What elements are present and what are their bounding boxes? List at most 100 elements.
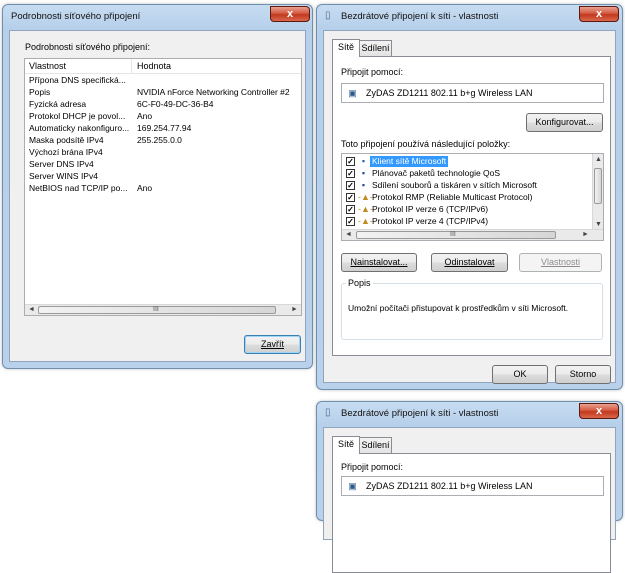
- scrollbar-thumb[interactable]: [594, 168, 602, 204]
- table-row[interactable]: Server DNS IPv4: [29, 159, 94, 170]
- list-item[interactable]: ✓ -▲- Protokol IP verze 4 (TCP/IPv4): [346, 216, 596, 227]
- item-checkbox[interactable]: ✓: [346, 193, 355, 202]
- item-label: Plánovač paketů technologie QoS: [372, 168, 501, 178]
- install-button[interactable]: Nainstalovat...: [341, 253, 417, 272]
- protocol-icon: -▲-: [358, 192, 373, 202]
- value-cell: 255.255.0.0: [137, 135, 182, 145]
- description-legend: Popis: [348, 278, 371, 288]
- scroll-left-icon[interactable]: ◄: [343, 229, 354, 240]
- list-item[interactable]: ✓ ▪ Klient sítě Microsoft: [346, 156, 596, 167]
- item-checkbox[interactable]: ✓: [346, 157, 355, 166]
- value-cell: Ano: [137, 111, 153, 121]
- value-cell: NVIDIA nForce Networking Controller #2: [137, 87, 290, 97]
- tab-networking[interactable]: Sítě: [332, 39, 360, 57]
- table-row[interactable]: Maska podsítě IPv4 255.255.0.0: [29, 135, 299, 146]
- dialog-title: Podrobnosti síťového připojení: [11, 11, 141, 22]
- table-row[interactable]: NetBIOS nad TCP/IP po... Ano: [29, 183, 299, 194]
- item-label: Klient sítě Microsoft: [370, 156, 449, 167]
- uninstall-button[interactable]: Odinstalovat: [431, 253, 508, 272]
- horizontal-scrollbar[interactable]: ◄ III ►: [25, 304, 301, 315]
- column-header-property[interactable]: Vlastnost: [29, 61, 66, 71]
- close-icon: x: [286, 8, 294, 20]
- item-checkbox[interactable]: ✓: [346, 181, 355, 190]
- close-button[interactable]: x: [270, 6, 310, 22]
- properties-button-label: Vlastnosti: [540, 257, 581, 267]
- section-label-text: Podrobnosti síťového připojení:: [25, 42, 150, 52]
- close-button[interactable]: x: [579, 6, 619, 22]
- title-bar[interactable]: ▯ Bezdrátové připojení k síti - vlastnos…: [317, 5, 622, 27]
- list-item[interactable]: ✓ -▲- Protokol IP verze 6 (TCP/IPv6): [346, 204, 596, 215]
- wireless-properties-dialog: ▯ Bezdrátové připojení k síti - vlastnos…: [316, 4, 623, 390]
- table-row[interactable]: Protokol DHCP je povol... Ano: [29, 111, 299, 122]
- tab-sharing-label: Sdílení: [361, 440, 390, 450]
- grip-icon: III: [450, 231, 456, 238]
- file-printer-sharing-icon: ▪: [361, 180, 366, 190]
- adapter-name: ZyDAS ZD1211 802.11 b+g Wireless LAN: [366, 481, 533, 491]
- property-cell: Přípona DNS specifická...: [29, 75, 126, 85]
- property-cell: Protokol DHCP je povol...: [29, 111, 126, 121]
- section-label: Podrobnosti síťového připojení:: [25, 42, 150, 52]
- cancel-button[interactable]: Storno: [555, 365, 611, 384]
- details-list[interactable]: Vlastnost Hodnota Přípona DNS specifická…: [24, 58, 302, 316]
- tab-networking[interactable]: Sítě: [332, 436, 360, 454]
- property-cell: Fyzická adresa: [29, 99, 87, 109]
- table-row[interactable]: Automaticky nakonfiguro... 169.254.77.94: [29, 123, 299, 134]
- scroll-left-icon[interactable]: ◄: [26, 304, 37, 315]
- item-checkbox[interactable]: ✓: [346, 169, 355, 178]
- connect-using-label: Připojit pomocí:: [341, 67, 404, 77]
- vertical-scrollbar[interactable]: ▲ ▼: [592, 154, 603, 230]
- protocol-icon: -▲-: [358, 216, 373, 226]
- list-item[interactable]: ✓ ▪ Sdílení souborů a tiskáren v sítích …: [346, 180, 596, 191]
- tab-panel: Připojit pomocí: ▣ ZyDAS ZD1211 802.11 b…: [332, 453, 611, 573]
- table-row[interactable]: Přípona DNS specifická...: [29, 75, 126, 86]
- items-list[interactable]: ✓ ▪ Klient sítě Microsoft ✓ ▪ Plánovač p…: [341, 153, 604, 241]
- title-bar[interactable]: Podrobnosti síťového připojení x: [3, 5, 312, 27]
- tab-sharing[interactable]: Sdílení: [359, 437, 392, 453]
- item-label: Protokol RMP (Reliable Multicast Protoco…: [372, 192, 533, 202]
- property-cell: Výchozí brána IPv4: [29, 147, 103, 157]
- description-text: Umožní počítači přistupovat k prostředků…: [348, 303, 569, 313]
- close-dialog-label: Zavřít: [260, 339, 284, 349]
- item-checkbox[interactable]: ✓: [346, 217, 355, 226]
- item-checkbox[interactable]: ✓: [346, 205, 355, 214]
- network-details-dialog: Podrobnosti síťového připojení x Podrobn…: [2, 4, 313, 369]
- uninstall-button-label: Odinstalovat: [444, 257, 495, 267]
- column-header-value[interactable]: Hodnota: [137, 61, 171, 71]
- cancel-button-label: Storno: [569, 369, 597, 379]
- scroll-right-icon[interactable]: ►: [289, 304, 300, 315]
- scroll-right-icon[interactable]: ►: [580, 229, 591, 240]
- items-label: Toto připojení používá následující polož…: [341, 139, 511, 149]
- list-item[interactable]: ✓ ▪ Plánovač paketů technologie QoS: [346, 168, 596, 179]
- value-cell: Ano: [137, 183, 153, 193]
- configure-button[interactable]: Konfigurovat...: [526, 113, 603, 132]
- dialog-title: Bezdrátové připojení k síti - vlastnosti: [341, 11, 499, 22]
- title-bar[interactable]: ▯ Bezdrátové připojení k síti - vlastnos…: [317, 402, 622, 424]
- close-button[interactable]: x: [579, 403, 619, 419]
- configure-button-label: Konfigurovat...: [535, 117, 594, 127]
- tab-sharing-label: Sdílení: [361, 43, 390, 53]
- horizontal-scrollbar[interactable]: ◄ III ►: [342, 229, 603, 240]
- tab-networking-label: Sítě: [337, 439, 354, 449]
- tab-sharing[interactable]: Sdílení: [359, 40, 392, 56]
- properties-button[interactable]: Vlastnosti: [519, 253, 602, 272]
- scrollbar-thumb[interactable]: [356, 231, 556, 239]
- table-row[interactable]: Fyzická adresa 6C-F0-49-DC-36-B4: [29, 99, 299, 110]
- dialog-client-area: Sítě Sdílení Připojit pomocí: ▣ ZyDAS ZD…: [323, 427, 616, 573]
- tab-strip: Sítě Sdílení: [332, 39, 612, 57]
- network-adapter-icon: ▣: [348, 481, 357, 491]
- adapter-box: ▣ ZyDAS ZD1211 802.11 b+g Wireless LAN: [341, 83, 604, 103]
- property-cell: Server WINS IPv4: [29, 171, 98, 181]
- network-client-icon: ▪: [361, 156, 366, 166]
- qos-scheduler-icon: ▪: [361, 168, 366, 178]
- table-row[interactable]: Server WINS IPv4: [29, 171, 98, 182]
- table-row[interactable]: Výchozí brána IPv4: [29, 147, 103, 158]
- dialog-client-area: Sítě Sdílení Připojit pomocí: ▣ ZyDAS ZD…: [323, 30, 616, 384]
- close-dialog-button[interactable]: Zavřít: [244, 335, 301, 354]
- grip-icon: III: [153, 306, 159, 313]
- scroll-up-icon[interactable]: ▲: [593, 154, 603, 165]
- list-item[interactable]: ✓ -▲- Protokol RMP (Reliable Multicast P…: [346, 192, 596, 203]
- ok-button[interactable]: OK: [492, 365, 548, 384]
- column-divider[interactable]: [131, 59, 132, 73]
- table-row[interactable]: Popis NVIDIA nForce Networking Controller…: [29, 87, 299, 98]
- value-cell: 6C-F0-49-DC-36-B4: [137, 99, 214, 109]
